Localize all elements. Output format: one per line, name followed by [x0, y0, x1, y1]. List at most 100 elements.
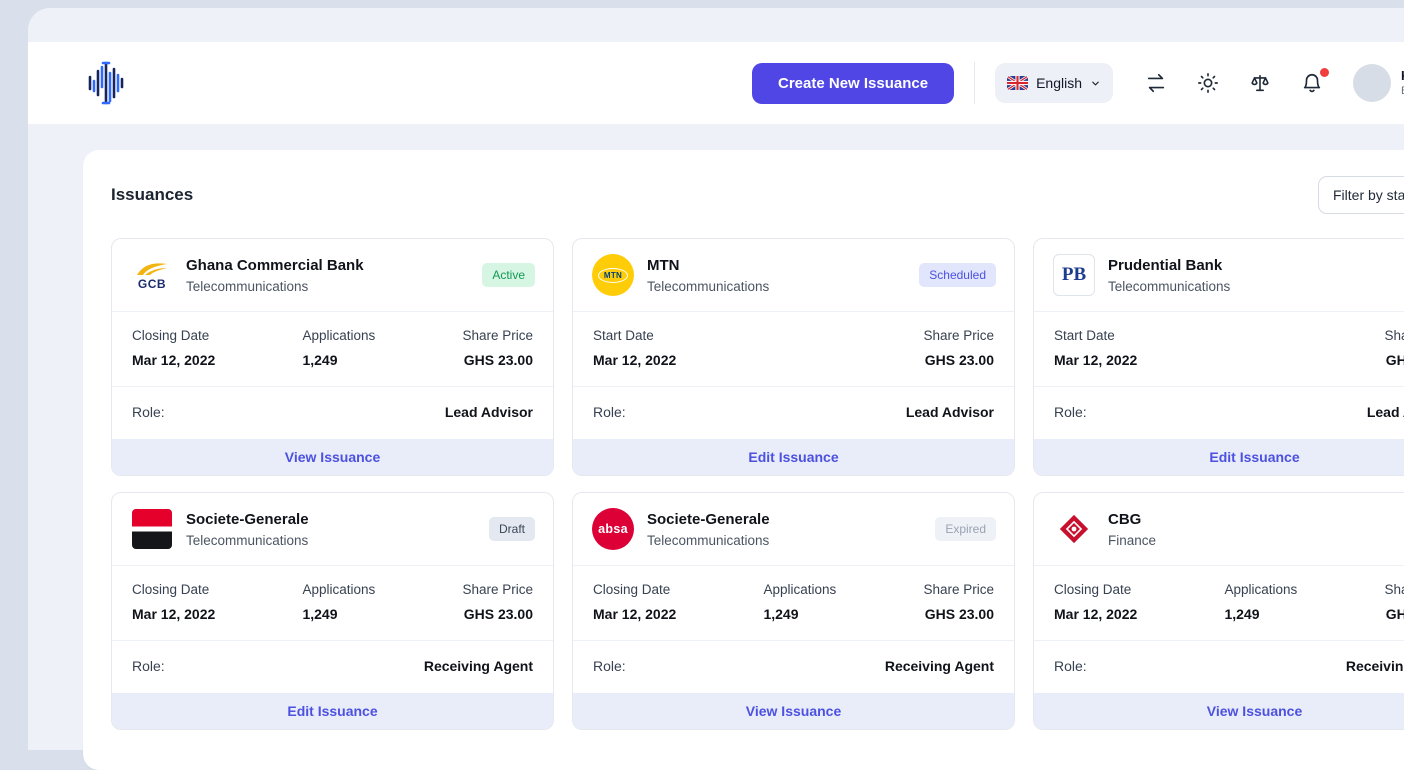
- cbg-diamond-icon: [1059, 514, 1089, 544]
- issuance-card: MTN MTN Telecommunications Scheduled Sta…: [572, 238, 1015, 476]
- issuances-panel: Issuances Filter by status GCB: [83, 150, 1404, 770]
- card-header: MTN MTN Telecommunications Scheduled: [573, 239, 1014, 312]
- company-sector: Telecommunications: [647, 532, 770, 548]
- field: Closing Date Mar 12, 2022: [593, 582, 677, 622]
- panel-header: Issuances Filter by status: [111, 176, 1404, 214]
- swap-icon[interactable]: [1145, 72, 1167, 94]
- waveform-logo-icon: [88, 61, 124, 105]
- card-header: Societe-Generale Telecommunications Draf…: [112, 493, 553, 566]
- role-value: Lead Advisor: [905, 404, 994, 420]
- notifications-bell-icon[interactable]: [1301, 68, 1329, 94]
- role-row: Role: Receiving Agent: [112, 641, 553, 693]
- company-sector: Telecommunications: [186, 278, 309, 294]
- notification-dot: [1320, 68, 1329, 77]
- status-badge: Active: [482, 263, 535, 287]
- role-label: Role:: [593, 658, 626, 674]
- role-row: Role: Lead Advisor: [573, 387, 1014, 439]
- card-fields: Start Date Mar 12, 2022 Share Price GHS …: [1034, 312, 1404, 387]
- status-badge: Draft: [488, 517, 535, 541]
- create-new-issuance-button[interactable]: Create New Issuance: [752, 62, 955, 104]
- field: Share Price GHS 23.00: [1384, 328, 1404, 368]
- gcb-eagle-icon: [137, 262, 167, 275]
- issuance-card: CBG Finance Closing Date Mar 12, 2022 Ap…: [1033, 492, 1404, 730]
- avatar: [1353, 64, 1391, 102]
- card-action-button[interactable]: View Issuance: [1034, 693, 1404, 729]
- company-name: Ghana Commercial Bank: [186, 256, 364, 274]
- card-header: GCB Ghana Commercial Bank Telecommunicat…: [112, 239, 553, 312]
- mtn-logo: MTN: [591, 253, 635, 297]
- gcb-logo: GCB: [130, 253, 174, 297]
- role-value: Lead Advisor: [444, 404, 533, 420]
- card-action-button[interactable]: View Issuance: [112, 439, 553, 475]
- brand-logo[interactable]: [80, 57, 132, 109]
- status-badge: Scheduled: [919, 263, 996, 287]
- issuance-card-grid: GCB Ghana Commercial Bank Telecommunicat…: [111, 238, 1404, 730]
- card-fields: Start Date Mar 12, 2022 Share Price GHS …: [573, 312, 1014, 387]
- role-label: Role:: [1054, 404, 1087, 420]
- card-fields: Closing Date Mar 12, 2022 Applications 1…: [112, 312, 553, 387]
- role-row: Role: Lead Advisor: [1034, 387, 1404, 439]
- role-value: Receiving Agent: [1345, 658, 1404, 674]
- field: Share Price GHS 23.00: [923, 328, 994, 368]
- card-action-button[interactable]: View Issuance: [573, 693, 1014, 729]
- company-name: CBG: [1108, 510, 1142, 528]
- card-fields: Closing Date Mar 12, 2022 Applications 1…: [112, 566, 553, 641]
- cbg-logo: [1052, 507, 1096, 551]
- app-window: Create New Issuance English Issuances Fi…: [28, 8, 1404, 770]
- company-name: Societe-Generale: [186, 510, 309, 528]
- field: Share Price GHS 23.00: [923, 582, 994, 622]
- language-selector[interactable]: English: [995, 63, 1113, 103]
- role-label: Role:: [593, 404, 626, 420]
- status-badge: Expired: [935, 517, 996, 541]
- company-name: MTN: [647, 256, 680, 274]
- field: Closing Date Mar 12, 2022: [1054, 582, 1138, 622]
- issuance-card: Societe-Generale Telecommunications Draf…: [111, 492, 554, 730]
- field: Start Date Mar 12, 2022: [593, 328, 677, 368]
- company-sector: Telecommunications: [1108, 278, 1231, 294]
- role-value: Receiving Agent: [884, 658, 994, 674]
- card-fields: Closing Date Mar 12, 2022 Applications 1…: [573, 566, 1014, 641]
- user-menu[interactable]: Ke Br: [1353, 64, 1404, 102]
- filter-by-status-button[interactable]: Filter by status: [1318, 176, 1404, 214]
- field: Start Date Mar 12, 2022: [1054, 328, 1138, 368]
- card-action-button[interactable]: Edit Issuance: [112, 693, 553, 729]
- card-action-button[interactable]: Edit Issuance: [1034, 439, 1404, 475]
- field: Applications 1,249: [302, 328, 376, 368]
- societe-generale-logo: [130, 507, 174, 551]
- role-row: Role: Receiving Agent: [573, 641, 1014, 693]
- card-header: absa Societe-Generale Telecommunications…: [573, 493, 1014, 566]
- chevron-down-icon: [1092, 81, 1099, 85]
- card-header: PB Prudential Bank Telecommunications: [1034, 239, 1404, 312]
- role-row: Role: Lead Advisor: [112, 387, 553, 439]
- company-sector: Finance: [1108, 532, 1157, 548]
- absa-logo: absa: [591, 507, 635, 551]
- company-sector: Telecommunications: [647, 278, 770, 294]
- company-sector: Telecommunications: [186, 532, 309, 548]
- uk-flag-icon: [1007, 76, 1029, 90]
- issuance-card: PB Prudential Bank Telecommunications St…: [1033, 238, 1404, 476]
- prudential-bank-logo: PB: [1052, 253, 1096, 297]
- field: Share Price GHS 23.00: [1384, 582, 1404, 622]
- top-bar-actions: Create New Issuance English: [752, 62, 1404, 104]
- top-bar: Create New Issuance English: [28, 42, 1404, 124]
- role-label: Role:: [132, 658, 165, 674]
- scales-icon[interactable]: [1249, 72, 1271, 94]
- field: Applications 1,249: [302, 582, 376, 622]
- issuance-card: GCB Ghana Commercial Bank Telecommunicat…: [111, 238, 554, 476]
- role-value: Receiving Agent: [423, 658, 533, 674]
- theme-brightness-icon[interactable]: [1197, 72, 1219, 94]
- divider: [974, 62, 976, 104]
- role-label: Role:: [132, 404, 165, 420]
- field: Share Price GHS 23.00: [462, 582, 533, 622]
- page-title: Issuances: [111, 185, 194, 204]
- company-name: Societe-Generale: [647, 510, 770, 528]
- role-value: Lead Advisor: [1366, 404, 1404, 420]
- card-action-button[interactable]: Edit Issuance: [573, 439, 1014, 475]
- field: Applications 1,249: [1224, 582, 1298, 622]
- language-label: English: [1036, 75, 1082, 91]
- role-label: Role:: [1054, 658, 1087, 674]
- role-row: Role: Receiving Agent: [1034, 641, 1404, 693]
- company-name: Prudential Bank: [1108, 256, 1223, 274]
- field: Closing Date Mar 12, 2022: [132, 582, 216, 622]
- issuance-card: absa Societe-Generale Telecommunications…: [572, 492, 1015, 730]
